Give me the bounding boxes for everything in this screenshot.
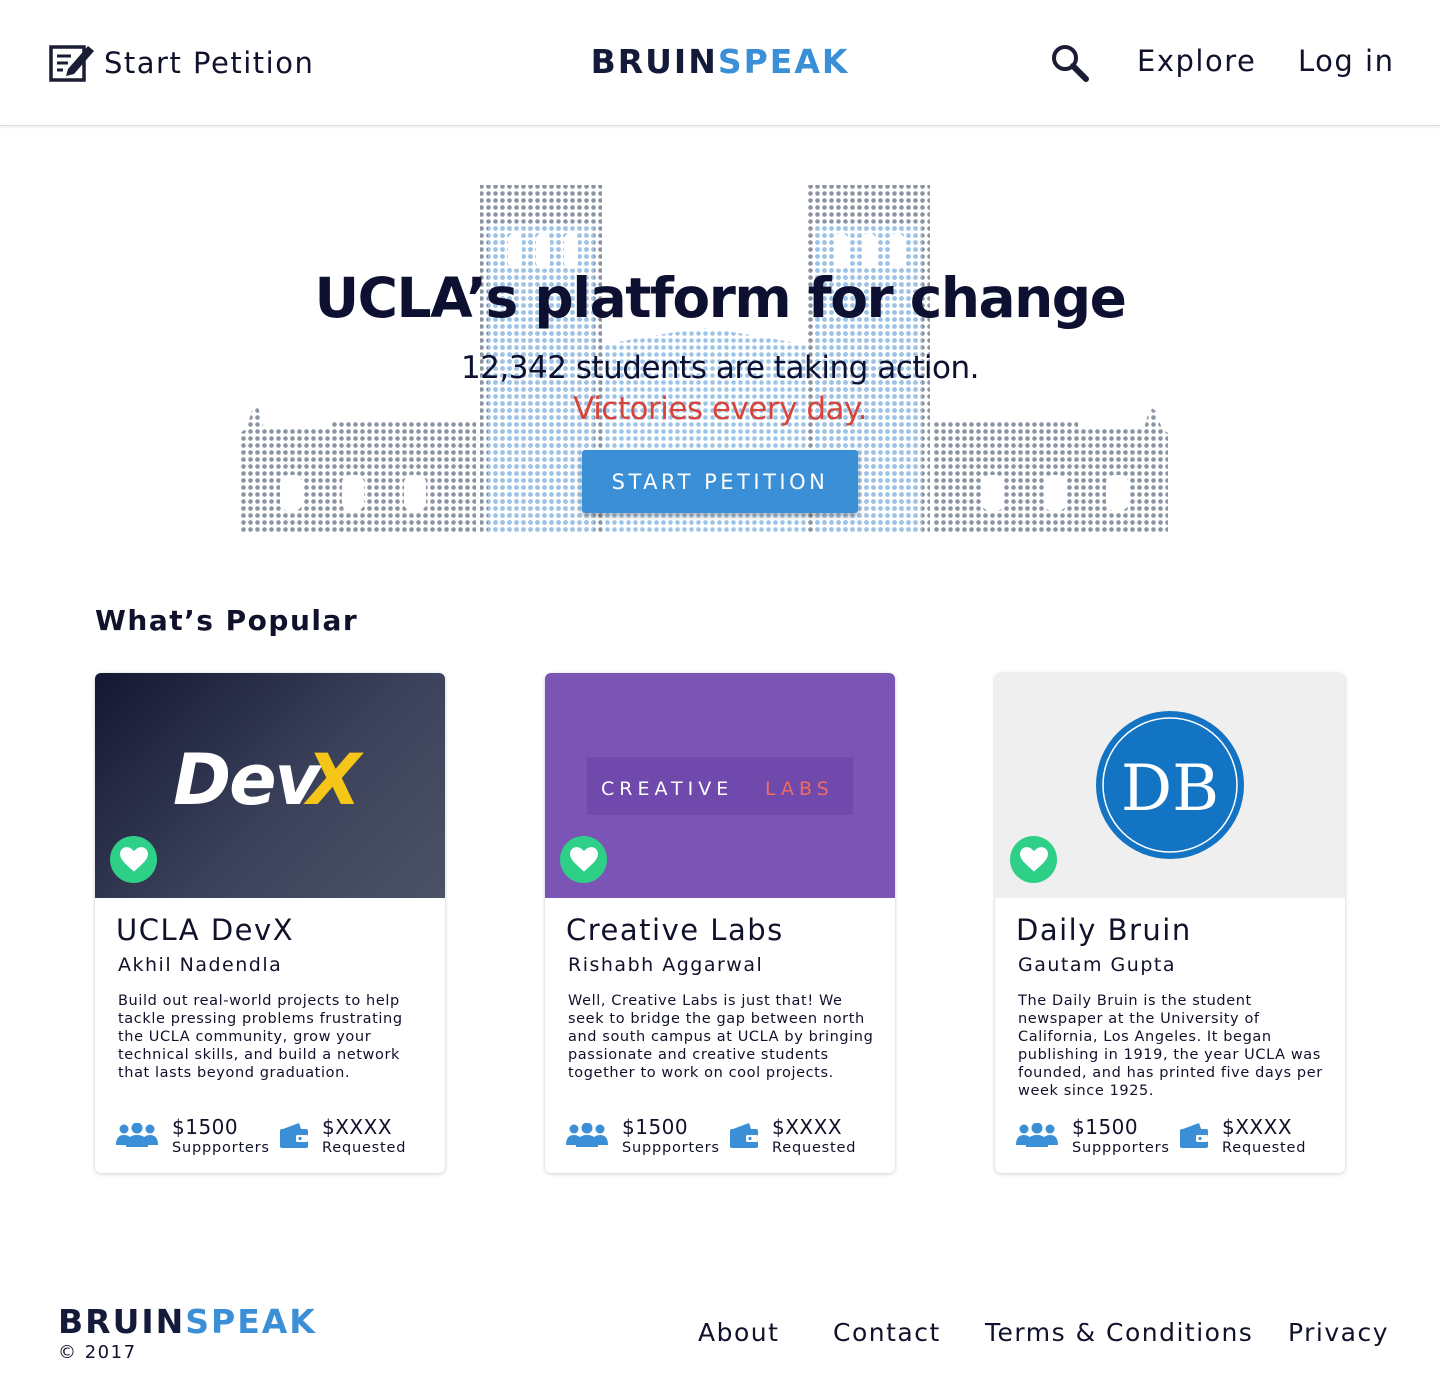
hero-title: UCLA’s platform for change	[314, 266, 1127, 330]
footer-logo[interactable]: BRUINSPEAK	[58, 1302, 317, 1341]
start-petition-link[interactable]: Start Petition	[48, 42, 314, 84]
group-icon	[1016, 1123, 1058, 1147]
devx-logo-text: Dev	[173, 739, 323, 821]
requested-label: Requested	[772, 1140, 857, 1156]
requested-value: $XXXX	[1222, 1115, 1293, 1139]
favorite-button[interactable]	[560, 836, 607, 883]
card-image: CREATIVE LABS	[545, 673, 895, 898]
card-description: The Daily Bruin is the student newspaper…	[1018, 993, 1323, 1099]
start-petition-label: Start Petition	[104, 46, 315, 80]
hero-subtitle: 12,342 students are taking action.	[461, 350, 980, 386]
supporters-label: Suppporters	[172, 1140, 270, 1156]
heart-icon	[119, 846, 148, 872]
requested-value: $XXXX	[772, 1115, 843, 1139]
footer-link-privacy[interactable]: Privacy	[1288, 1318, 1389, 1347]
card-author: Gautam Gupta	[1018, 954, 1176, 976]
search-icon[interactable]	[1050, 43, 1090, 83]
footer-logo-speak: SPEAK	[185, 1302, 317, 1341]
group-icon	[116, 1123, 158, 1147]
card-title: Creative Labs	[566, 913, 784, 947]
footer-link-about[interactable]: About	[698, 1318, 779, 1347]
card-author: Rishabh Aggarwal	[568, 954, 764, 976]
daily-bruin-logo-text: DB	[1121, 752, 1219, 826]
favorite-button[interactable]	[1010, 836, 1057, 883]
logo-speak: SPEAK	[717, 42, 850, 81]
footer-link-terms[interactable]: Terms & Conditions	[985, 1318, 1253, 1347]
requested-value: $XXXX	[322, 1115, 393, 1139]
requested-label: Requested	[1222, 1140, 1307, 1156]
supporters-value: $1500	[172, 1115, 239, 1139]
wallet-icon	[730, 1123, 758, 1148]
requested-label: Requested	[322, 1140, 407, 1156]
petition-card[interactable]: DB Daily Bruin Gautam Gupta The Daily Br…	[995, 673, 1345, 1173]
footer-link-contact[interactable]: Contact	[833, 1318, 941, 1347]
favorite-button[interactable]	[110, 836, 157, 883]
hero-tagline: Victories every day.	[573, 391, 867, 427]
heart-icon	[569, 846, 598, 872]
creative-labs-logo-text: CREATIVE	[601, 778, 733, 800]
supporters-value: $1500	[1072, 1115, 1139, 1139]
supporters-label: Suppporters	[1072, 1140, 1170, 1156]
creative-labs-logo-labs: LABS	[765, 778, 834, 800]
wallet-icon	[1180, 1123, 1208, 1148]
nav-login[interactable]: Log in	[1298, 44, 1394, 78]
supporters-label: Suppporters	[622, 1140, 720, 1156]
site-header: Start Petition BRUINSPEAK Explore Log in	[0, 0, 1440, 126]
logo-bruin: BRUIN	[590, 42, 718, 81]
footer-logo-bruin: BRUIN	[58, 1302, 186, 1341]
start-petition-button[interactable]: START PETITION	[582, 450, 858, 513]
card-description: Well, Creative Labs is just that! We see…	[568, 993, 874, 1081]
card-title: UCLA DevX	[116, 913, 295, 947]
heart-icon	[1019, 846, 1048, 872]
devx-logo-x: X	[303, 739, 364, 821]
footer-copyright: © 2017	[58, 1342, 137, 1363]
group-icon	[566, 1123, 608, 1147]
petition-card[interactable]: Dev X UCLA DevX Akhil Nadendla Build out…	[95, 673, 445, 1173]
card-description: Build out real-world projects to help ta…	[118, 993, 403, 1081]
card-title: Daily Bruin	[1016, 913, 1192, 947]
supporters-value: $1500	[622, 1115, 689, 1139]
card-author: Akhil Nadendla	[118, 954, 283, 976]
card-image: DB	[995, 673, 1345, 898]
petition-card[interactable]: CREATIVE LABS Creative Labs Rishabh Agga…	[545, 673, 895, 1173]
wallet-icon	[280, 1123, 308, 1148]
section-title-popular: What’s Popular	[95, 604, 359, 637]
nav-explore[interactable]: Explore	[1137, 44, 1256, 78]
edit-note-icon	[49, 45, 94, 82]
card-image: Dev X	[95, 673, 445, 898]
